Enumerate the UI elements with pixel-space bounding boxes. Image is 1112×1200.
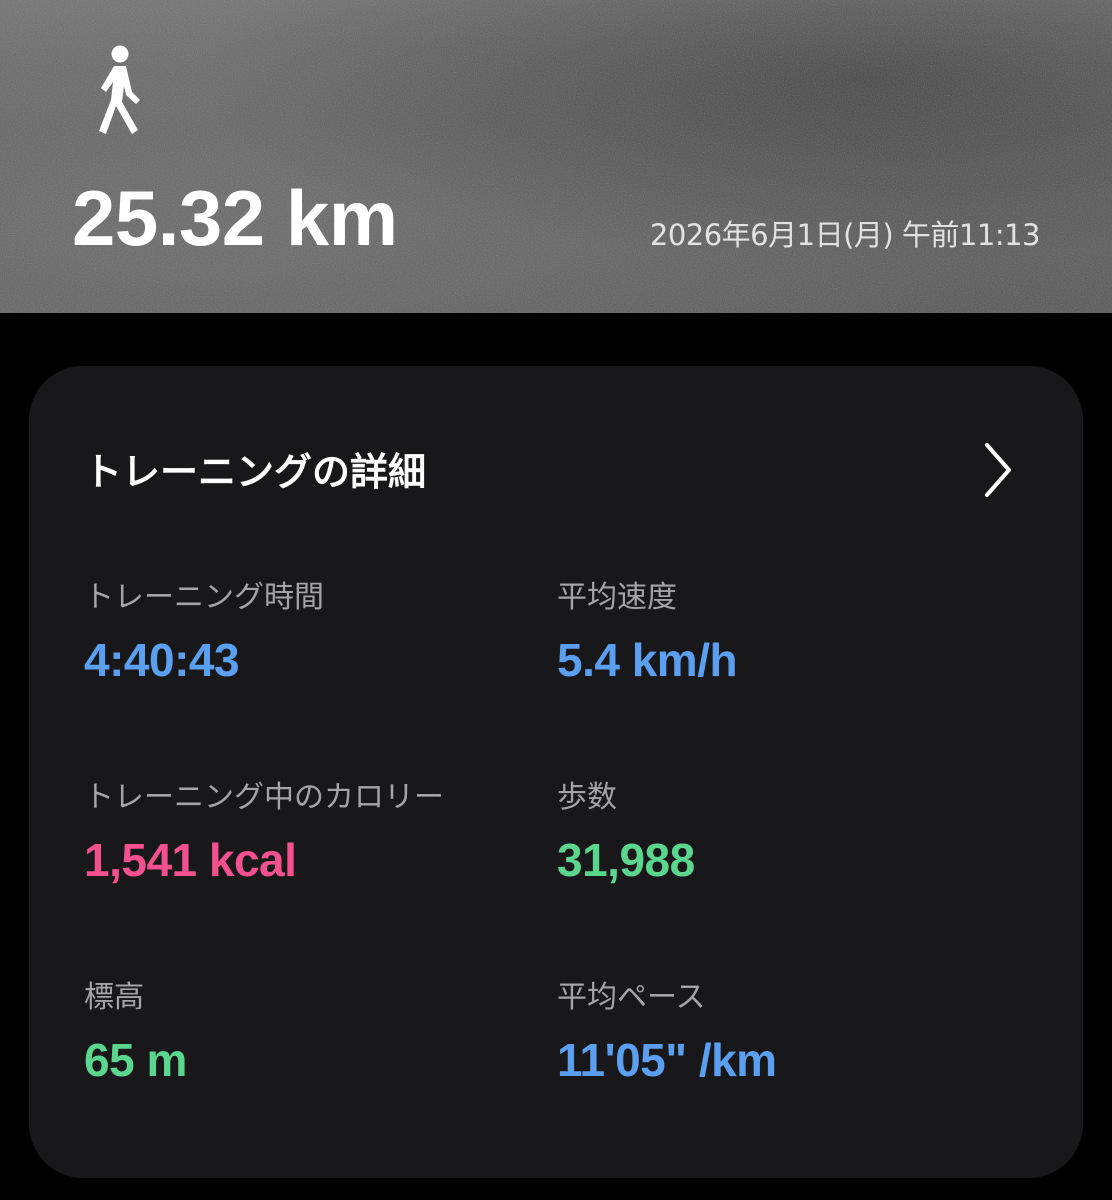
- walking-person-icon: [99, 45, 140, 134]
- workout-datetime: 2026年6月1日(月) 午前11:13: [649, 218, 1041, 252]
- distance-total: 25.32 km: [72, 174, 398, 262]
- training-details-card[interactable]: トレーニングの詳細 トレーニング時間 4:40:43 平均速度 5.4 km/h…: [29, 366, 1083, 1178]
- stat-label: 標高: [84, 980, 144, 1015]
- stat-label: 平均速度: [557, 580, 677, 615]
- chevron-right-icon[interactable]: [981, 441, 1015, 499]
- stat-label: 平均ペース: [557, 980, 706, 1015]
- hero-banner: 25.32 km 2026年6月1日(月) 午前11:13: [0, 0, 1112, 313]
- stat-calories: トレーニング中のカロリー 1,541 kcal: [84, 778, 554, 890]
- stat-value: 5.4 km/h: [557, 634, 738, 686]
- stat-value: 4:40:43: [84, 634, 240, 686]
- stat-value: 11'05" /km: [557, 1034, 777, 1086]
- stat-value: 1,541 kcal: [84, 834, 297, 886]
- stat-value: 31,988: [557, 834, 695, 886]
- stat-label: 歩数: [557, 780, 617, 815]
- stat-average-speed: 平均速度 5.4 km/h: [557, 578, 1027, 690]
- stat-training-duration: トレーニング時間 4:40:43: [84, 578, 554, 690]
- stat-average-pace: 平均ペース 11'05" /km: [557, 978, 1027, 1090]
- card-title: トレーニングの詳細: [84, 450, 427, 494]
- stat-value: 65 m: [84, 1034, 187, 1086]
- stat-label: トレーニング中のカロリー: [84, 780, 444, 815]
- stat-steps: 歩数 31,988: [557, 778, 1027, 890]
- stat-label: トレーニング時間: [84, 580, 324, 615]
- stat-elevation: 標高 65 m: [84, 978, 554, 1090]
